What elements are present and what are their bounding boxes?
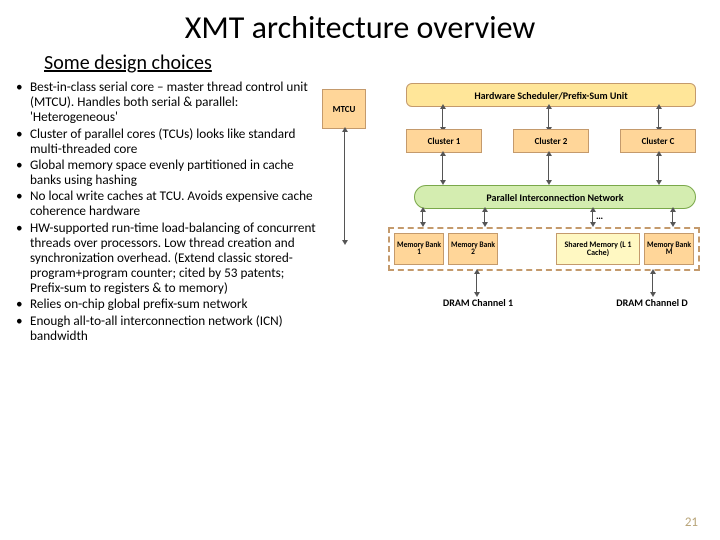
arrow-icon (422, 211, 423, 223)
cluster-box: Cluster 2 (513, 129, 589, 153)
architecture-diagram: MTCU Hardware Scheduler/Prefix-Sum Unit … (316, 79, 712, 459)
arrow-icon (672, 211, 673, 223)
slide-subtitle: Some design choices (44, 51, 720, 75)
page-number: 21 (685, 515, 698, 530)
arrow-icon (484, 211, 485, 223)
memory-row: Memory Bank 1 Memory Bank 2 Shared Memor… (388, 227, 700, 271)
memory-bank-box: Memory Bank 1 (394, 233, 444, 265)
interconnect-box: Parallel Interconnection Network (414, 185, 696, 209)
cluster-row: Cluster 1 Cluster 2 Cluster C (406, 129, 696, 153)
arrow-icon (442, 155, 443, 181)
bullet-item: Enough all-to-all interconnection networ… (16, 313, 316, 343)
bullet-list: Best-in-class serial core – master threa… (16, 79, 316, 459)
arrow-icon (442, 108, 443, 128)
arrow-icon (548, 155, 549, 181)
arrow-icon (548, 108, 549, 128)
slide-title: XMT architecture overview (0, 0, 720, 47)
dram-label: DRAM Channel D (602, 297, 702, 308)
memory-bank-box: Memory Bank 2 (448, 233, 498, 265)
cluster-box: Cluster C (620, 129, 696, 153)
ellipsis-icon: … (596, 209, 603, 222)
dram-label: DRAM Channel 1 (428, 297, 528, 308)
bullet-item: Cluster of parallel cores (TCUs) looks l… (16, 126, 316, 156)
arrow-icon (592, 211, 593, 223)
arrow-icon (344, 131, 345, 241)
l1-cache-box: Shared Memory (L 1 Cache) (556, 233, 640, 265)
bullet-item: Best-in-class serial core – master threa… (16, 79, 316, 125)
arrow-icon (652, 273, 653, 293)
mtcu-box: MTCU (322, 89, 366, 129)
memory-bank-box: Memory Bank M (644, 233, 694, 265)
bullet-item: Global memory space evenly partitioned i… (16, 157, 316, 187)
bullet-item: HW-supported run-time load-balancing of … (16, 220, 316, 296)
arrow-icon (658, 108, 659, 128)
bullet-item: No local write caches at TCU. Avoids exp… (16, 188, 316, 218)
bullet-item: Relies on-chip global prefix-sum network (16, 296, 316, 311)
arrow-icon (476, 273, 477, 293)
arrow-icon (658, 155, 659, 181)
cluster-box: Cluster 1 (406, 129, 482, 153)
content-area: Best-in-class serial core – master threa… (0, 79, 720, 459)
